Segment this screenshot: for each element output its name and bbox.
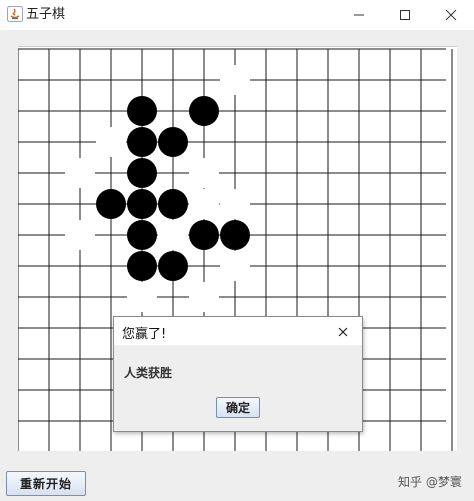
restart-button[interactable]: 重新开始 (6, 471, 86, 496)
black-stone (158, 127, 188, 157)
black-stone (158, 251, 188, 281)
dialog-close-button[interactable] (336, 324, 350, 338)
black-stone (127, 189, 157, 219)
white-stone (127, 282, 157, 312)
watermark-text: 知乎 @梦寰 (398, 475, 462, 489)
window-title: 五子棋 (26, 7, 66, 22)
black-stone (220, 220, 250, 250)
white-stone (158, 220, 188, 250)
white-stone (96, 127, 126, 157)
dialog-title-bar: 您赢了! (114, 317, 362, 345)
black-stone (127, 220, 157, 250)
dialog-message: 人类获胜 (124, 366, 173, 380)
white-stone (189, 189, 219, 219)
white-stone (65, 220, 95, 250)
title-bar: 五子棋 (0, 0, 474, 30)
close-icon (338, 327, 348, 337)
ok-button[interactable]: 确定 (216, 397, 260, 418)
white-stone (220, 189, 250, 219)
white-stone (220, 251, 250, 281)
maximize-icon (400, 10, 410, 20)
black-stone (127, 158, 157, 188)
black-stone (96, 189, 126, 219)
white-stone (65, 158, 95, 188)
close-window-button[interactable] (428, 0, 474, 30)
black-stone (127, 127, 157, 157)
black-stone (158, 189, 188, 219)
game-window: 五子棋 重新开始 知乎 @梦寰 您赢了! 人类获胜 确定 (0, 0, 474, 501)
black-stone (189, 220, 219, 250)
java-app-icon (7, 6, 23, 22)
white-stone (189, 282, 219, 312)
black-stone (189, 96, 219, 126)
white-stone (220, 65, 250, 95)
minimize-button[interactable] (336, 0, 382, 30)
dialog-title: 您赢了! (122, 327, 167, 342)
black-stone (127, 251, 157, 281)
white-stone (189, 158, 219, 188)
minimize-icon (354, 14, 364, 16)
close-icon (445, 9, 457, 21)
win-dialog: 您赢了! 人类获胜 确定 (113, 316, 363, 432)
black-stone (127, 96, 157, 126)
maximize-button[interactable] (382, 0, 428, 30)
